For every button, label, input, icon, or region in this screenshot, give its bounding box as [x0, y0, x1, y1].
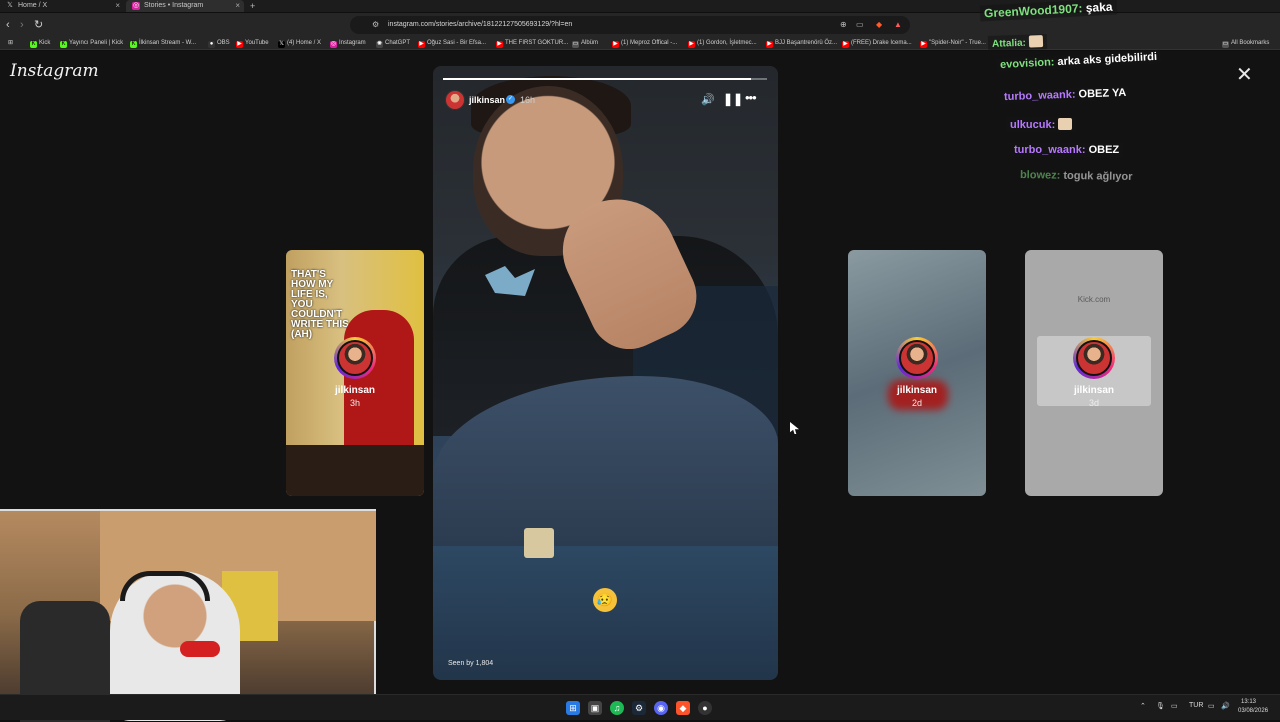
address-bar[interactable]: ⚙ instagram.com/stories/archive/18122127…	[350, 16, 910, 34]
steam-icon[interactable]: ⚙	[632, 701, 646, 715]
stream-chat-overlay: GreenWood1907: şaka Attalia: evovision: …	[979, 0, 1280, 190]
mouse-cursor-icon	[790, 422, 799, 434]
windows-start-icon[interactable]: ⊞	[566, 701, 580, 715]
emote	[1028, 35, 1043, 48]
webcam-overlay	[0, 509, 376, 722]
active-story[interactable]: jilkinsan ✓ 16h 🔊 ❚❚ ••• 😥 Seen by 1,804	[433, 66, 778, 680]
instagram-logo[interactable]: Instagram	[10, 61, 99, 81]
anime-sticker	[524, 528, 554, 558]
story-time: 2d	[911, 398, 922, 408]
headset	[120, 571, 210, 601]
display-icon[interactable]: ▭	[1171, 702, 1178, 710]
volume-icon[interactable]: 🔊	[1221, 702, 1230, 710]
reload-icon[interactable]: ↻	[34, 18, 43, 32]
apps-grid-icon[interactable]: ⊞	[8, 37, 13, 50]
bookmark-item[interactable]: ✺ ChatGPT	[376, 37, 410, 50]
bookmark-item[interactable]: K İlkinsan Stream - W...	[130, 37, 196, 50]
obs-icon[interactable]: ●	[698, 701, 712, 715]
story-username: jilkinsan	[896, 385, 937, 396]
story-progress-bar	[443, 78, 767, 80]
chat-message: blowez: toguk ağlıyor	[1015, 167, 1137, 185]
bookmark-item[interactable]: ▶ (1) Meproz Offical -...	[612, 37, 677, 50]
avatar	[896, 337, 938, 379]
link-sticker: Kick.com	[1077, 295, 1111, 304]
bookmark-item[interactable]: ● OBS	[208, 37, 230, 50]
chat-message: turbo_waank: OBEZ YA	[999, 85, 1131, 105]
verified-badge-icon: ✓	[506, 95, 515, 104]
language-indicator[interactable]: TUR	[1189, 702, 1203, 709]
clock-date[interactable]: 03/08/2026	[1238, 708, 1268, 714]
avatar	[334, 337, 376, 379]
seen-by-count[interactable]: Seen by 1,804	[448, 660, 493, 667]
story-preview-next[interactable]: jilkinsan 2d	[848, 250, 986, 496]
chat-message: Attalia:	[987, 33, 1047, 52]
story-username: jilkinsan	[1073, 385, 1114, 396]
chat-message: evovision: arka aks gidebilirdi	[995, 49, 1162, 73]
close-tab-icon[interactable]: ×	[115, 0, 120, 12]
chat-message: ulkucuk:	[1006, 117, 1077, 132]
brave-icon[interactable]: ◆	[676, 701, 690, 715]
story-time: 3h	[349, 398, 360, 408]
bookmark-item[interactable]: K Yayıncı Paneli | Kick	[60, 37, 123, 50]
clock-time[interactable]: 13:13	[1241, 699, 1256, 705]
tab-home-x[interactable]: 𝕏 Home / X ×	[0, 0, 124, 12]
brave-rewards-icon[interactable]: ▲	[894, 16, 902, 34]
forward-arrow-icon[interactable]: ›	[20, 18, 24, 32]
new-tab-button[interactable]: +	[250, 0, 255, 12]
chat-message: turbo_waank: OBEZ	[1010, 143, 1124, 157]
bookmark-item[interactable]: ▶ BJJ Başantrenörü Öz...	[766, 37, 837, 50]
back-arrow-icon[interactable]: ‹	[6, 18, 10, 32]
zoom-icon[interactable]: ⊕	[840, 16, 847, 34]
story-username[interactable]: jilkinsan	[469, 95, 505, 105]
bookmark-item[interactable]: ▶ Oğuz Sasi - Bir Efsa...	[418, 37, 486, 50]
story-time: 16h	[520, 95, 536, 105]
story-preview-next-2[interactable]: Kick.com jilkinsan 3d	[1025, 250, 1163, 496]
task-view-icon[interactable]: ▣	[588, 701, 602, 715]
tab-instagram-stories[interactable]: ◎ Stories • Instagram ×	[126, 0, 244, 12]
bookmark-item[interactable]: ▶ YouTube	[236, 37, 269, 50]
x-logo-icon: 𝕏	[7, 2, 13, 9]
story-username: jilkinsan	[334, 385, 375, 396]
bookmark-item[interactable]: ▶ (FREE) Drake Icema...	[842, 37, 912, 50]
shelf-image	[286, 445, 424, 496]
spiderman-poster-image	[344, 310, 414, 450]
sad-emoji-sticker: 😥	[593, 588, 617, 612]
close-tab-icon[interactable]: ×	[235, 0, 240, 12]
microphone	[180, 641, 220, 657]
more-options-icon[interactable]: •••	[745, 90, 757, 105]
brave-shield-icon[interactable]: ◆	[876, 16, 882, 34]
tab-title: Stories • Instagram	[144, 2, 204, 9]
tray-overflow-icon[interactable]: ⌃	[1140, 702, 1146, 710]
windows-taskbar: ⊞ ▣ ♫ ⚙ ◉ ◆ ● ⌃ 🎙 ▭ TUR ▭ 🔊 13:13 03/08/…	[0, 694, 1280, 720]
site-info-icon[interactable]: ⚙	[372, 16, 379, 34]
microphone-icon[interactable]: 🎙	[1156, 702, 1165, 710]
bookmark-item[interactable]: ▶ "Spider-Noir" - True...	[920, 37, 986, 50]
chat-message: GreenWood1907: şaka	[979, 0, 1117, 22]
instagram-icon: ◎	[132, 2, 140, 10]
volume-icon[interactable]: 🔊	[701, 93, 715, 106]
story-preview-previous[interactable]: THAT'S HOW MY LIFE IS, YOU COULDN'T WRIT…	[286, 250, 424, 496]
cast-icon[interactable]: ▭	[856, 16, 864, 34]
pause-icon[interactable]: ❚❚	[723, 92, 743, 106]
bookmark-item[interactable]: ▶ (1) Gordon, İşletmec...	[688, 37, 757, 50]
bookmark-item[interactable]: K Kick	[30, 37, 50, 50]
bookmark-item[interactable]: ▶ THE FIRST GOKTUR...	[496, 37, 568, 50]
bookmark-item[interactable]: ◎ Instagram	[330, 37, 366, 50]
bookmark-item[interactable]: 𝕏 (4) Home / X	[278, 37, 321, 50]
avatar[interactable]	[445, 90, 465, 110]
spotify-icon[interactable]: ♫	[610, 701, 624, 715]
story-time: 3d	[1088, 398, 1099, 408]
tab-title: Home / X	[18, 2, 48, 9]
discord-icon[interactable]: ◉	[654, 701, 668, 715]
bookmark-item[interactable]: ▭ Albüm	[572, 37, 598, 50]
url-text[interactable]: instagram.com/stories/archive/1812212750…	[388, 16, 572, 34]
emote	[1058, 118, 1073, 130]
poster-text: THAT'S HOW MY LIFE IS, YOU COULDN'T WRIT…	[291, 269, 349, 340]
avatar	[1073, 337, 1115, 379]
network-icon[interactable]: ▭	[1208, 702, 1215, 710]
